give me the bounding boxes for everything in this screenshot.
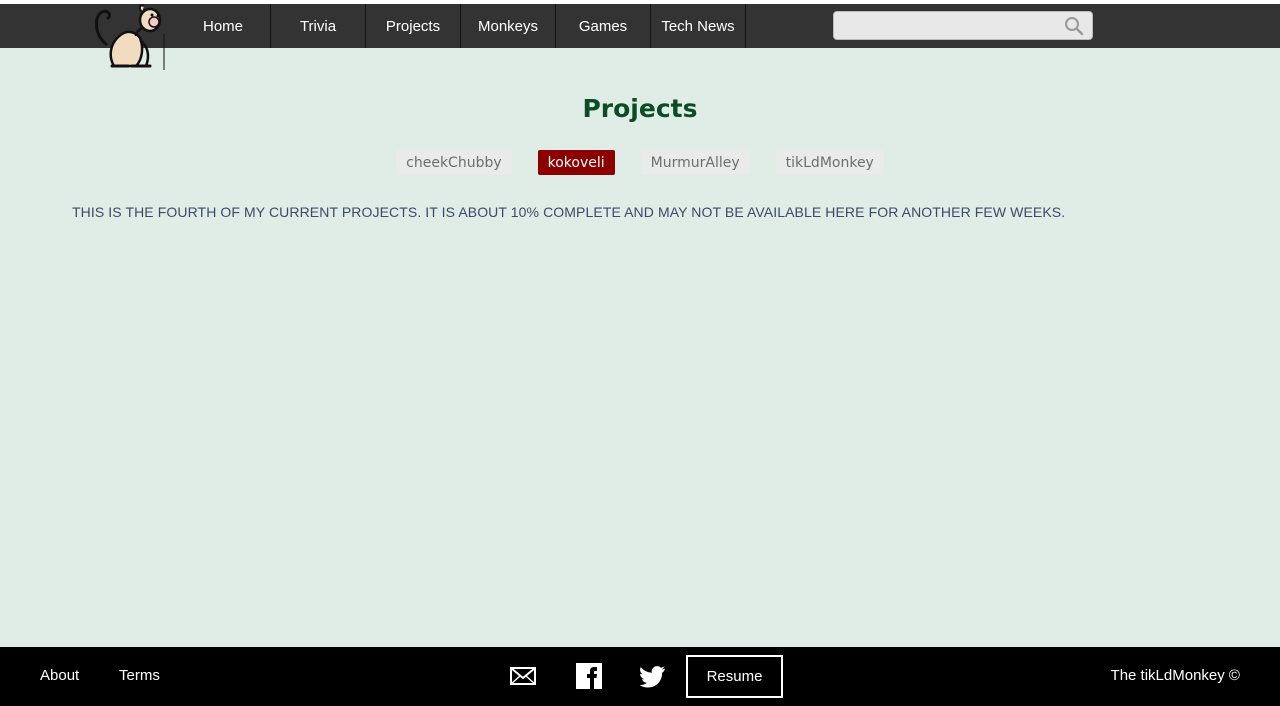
footer-about-link[interactable]: About bbox=[40, 667, 79, 684]
nav-item-monkeys[interactable]: Monkeys bbox=[461, 4, 556, 48]
nav-menu: Home Trivia Projects Monkeys Games Tech … bbox=[176, 4, 746, 48]
search-icon[interactable] bbox=[1064, 16, 1084, 36]
monkey-logo-icon[interactable] bbox=[92, 4, 168, 72]
tab-tikldmonkey[interactable]: tikLdMonkey bbox=[775, 150, 884, 175]
facebook-icon[interactable] bbox=[576, 663, 602, 689]
tab-cheekchubby[interactable]: cheekChubby bbox=[396, 150, 512, 175]
tab-murmuralley[interactable]: MurmurAlley bbox=[640, 150, 750, 175]
project-description: This is the fourth of my current project… bbox=[72, 204, 1066, 220]
search-box bbox=[833, 11, 1093, 40]
resume-button[interactable]: Resume bbox=[686, 655, 783, 698]
nav-item-trivia[interactable]: Trivia bbox=[271, 4, 366, 48]
footer: About Terms Resume The tikLdMonkey © bbox=[0, 647, 1280, 706]
copyright-text: The tikLdMonkey © bbox=[1110, 667, 1240, 684]
navbar: Home Trivia Projects Monkeys Games Tech … bbox=[0, 4, 1280, 48]
tab-kokoveli[interactable]: kokoveli bbox=[537, 150, 615, 175]
project-tabs: cheekChubby kokoveli MurmurAlley tikLdMo… bbox=[0, 150, 1280, 175]
page-title: Projects bbox=[582, 94, 698, 123]
search-input[interactable] bbox=[834, 12, 1054, 39]
twitter-icon[interactable] bbox=[640, 663, 666, 689]
footer-terms-link[interactable]: Terms bbox=[119, 667, 160, 684]
nav-item-projects[interactable]: Projects bbox=[366, 4, 461, 48]
nav-item-tech-news[interactable]: Tech News bbox=[651, 4, 746, 48]
nav-item-home[interactable]: Home bbox=[176, 4, 271, 48]
nav-item-games[interactable]: Games bbox=[556, 4, 651, 48]
mail-icon[interactable] bbox=[510, 663, 536, 689]
